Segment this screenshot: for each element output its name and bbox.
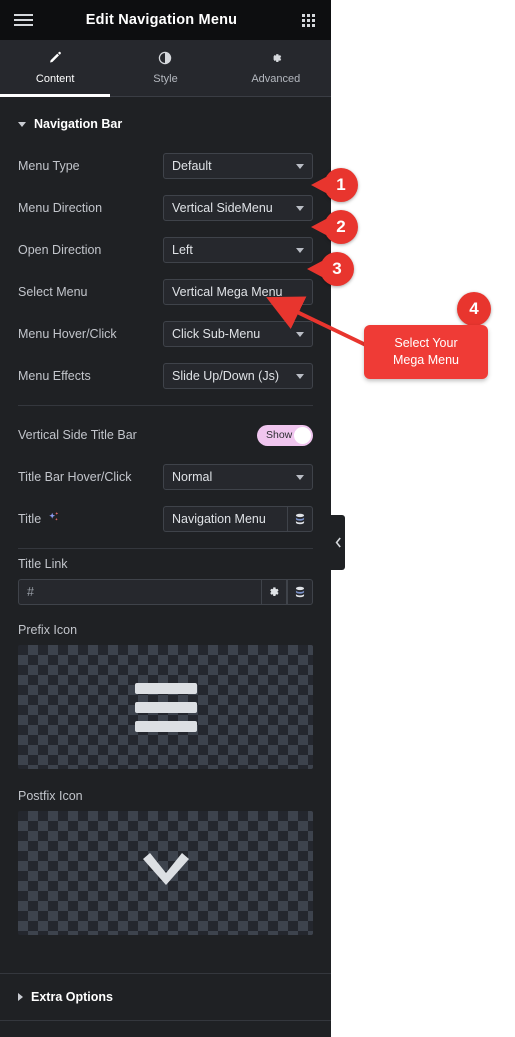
database-icon[interactable] — [287, 506, 313, 532]
field-postfix-icon-label: Postfix Icon — [18, 789, 83, 803]
postfix-icon-preview[interactable] — [18, 811, 313, 935]
gear-icon[interactable] — [261, 579, 287, 605]
tab-advanced[interactable]: Advanced — [221, 40, 331, 96]
chevron-down-icon — [296, 332, 304, 337]
badge-pointer — [307, 261, 322, 277]
section-extra-options[interactable]: Extra Options — [0, 974, 331, 1020]
field-title: Title Navigation Menu — [18, 498, 313, 540]
select-menu-select[interactable]: Vertical Mega Menu — [163, 279, 313, 305]
title-input[interactable]: Navigation Menu — [163, 506, 287, 532]
field-menu-effects: Menu Effects Slide Up/Down (Js) — [18, 355, 313, 397]
chevron-down-icon — [296, 374, 304, 379]
menu-type-value: Default — [172, 159, 212, 173]
badge-pointer — [311, 177, 326, 193]
field-open-direction: Open Direction Left — [18, 229, 313, 271]
hamburger-icon — [134, 682, 197, 732]
annotation-badge-3-label: 3 — [332, 259, 342, 278]
menu-hover-click-value: Click Sub-Menu — [172, 327, 261, 341]
title-link-input[interactable]: # — [18, 579, 261, 605]
field-menu-direction-label: Menu Direction — [18, 201, 103, 215]
panel-bottom-spacer — [18, 939, 313, 973]
chevron-down-icon — [296, 206, 304, 211]
title-input-value: Navigation Menu — [172, 512, 266, 526]
field-vertical-side-title-bar-label: Vertical Side Title Bar — [18, 428, 137, 442]
annotation-badge-3: 3 — [307, 252, 354, 286]
prefix-icon-preview[interactable] — [18, 645, 313, 769]
panel-collapse-button[interactable] — [331, 515, 345, 570]
open-direction-value: Left — [172, 243, 193, 257]
menu-direction-select[interactable]: Vertical SideMenu — [163, 195, 313, 221]
gear-icon — [269, 51, 283, 67]
vertical-side-title-bar-toggle[interactable]: Show — [257, 424, 313, 446]
field-prefix-icon-label: Prefix Icon — [18, 623, 78, 637]
section-navigation-bar-label: Navigation Bar — [34, 117, 123, 131]
field-menu-hover-click: Menu Hover/Click Click Sub-Menu — [18, 313, 313, 355]
annotation-badge-2-label: 2 — [336, 217, 346, 236]
panel-titlebar: Edit Navigation Menu — [0, 0, 331, 40]
title-bar-hover-click-select[interactable]: Normal — [163, 464, 313, 490]
annotation-badge-1: 1 — [311, 168, 358, 202]
field-menu-effects-label: Menu Effects — [18, 369, 91, 383]
elementor-editor-panel: Edit Navigation Menu Content Style Advan… — [0, 0, 331, 1037]
menu-type-select[interactable]: Default — [163, 153, 313, 179]
chevron-down-icon — [18, 121, 26, 127]
field-open-direction-label: Open Direction — [18, 243, 102, 257]
menu-effects-value: Slide Up/Down (Js) — [172, 369, 279, 383]
database-icon[interactable] — [287, 579, 313, 605]
pencil-icon — [48, 51, 62, 67]
field-title-link: # — [18, 579, 313, 605]
field-title-label: Title — [18, 512, 42, 526]
chevron-down-icon — [296, 248, 304, 253]
field-menu-direction: Menu Direction Vertical SideMenu — [18, 187, 313, 229]
page-title: Edit Navigation Menu — [85, 12, 238, 28]
section-extra-options-label: Extra Options — [31, 990, 113, 1004]
title-bar-hover-click-value: Normal — [172, 470, 213, 484]
annotation-badge-1-label: 1 — [336, 175, 346, 194]
section-separator — [0, 1020, 331, 1021]
badge-pointer — [311, 219, 326, 235]
chevron-down-icon — [139, 851, 193, 896]
field-vertical-side-title-bar: Vertical Side Title Bar Show — [18, 414, 313, 456]
chevron-down-icon — [296, 475, 304, 480]
field-menu-type-label: Menu Type — [18, 159, 80, 173]
chevron-down-icon — [296, 164, 304, 169]
contrast-icon — [158, 51, 172, 67]
title-link-value: # — [27, 585, 34, 599]
field-menu-type: Menu Type Default — [18, 145, 313, 187]
chevron-right-icon — [18, 993, 23, 1001]
select-menu-value: Vertical Mega Menu — [172, 285, 283, 299]
panel-body: Menu Type Default Menu Direction Vertica… — [0, 145, 331, 973]
section-navigation-bar[interactable]: Navigation Bar — [0, 97, 331, 145]
field-title-link-label: Title Link — [18, 557, 68, 571]
annotation-badge-4: 4 — [457, 292, 491, 326]
menu-hover-click-select[interactable]: Click Sub-Menu — [163, 321, 313, 347]
divider — [18, 548, 313, 549]
panel-tabs: Content Style Advanced — [0, 40, 331, 97]
menu-direction-value: Vertical SideMenu — [172, 201, 273, 215]
toggle-label: Show — [266, 429, 293, 441]
field-select-menu-label: Select Menu — [18, 285, 88, 299]
toggle-knob — [294, 426, 311, 444]
sparkle-ai-icon[interactable] — [47, 511, 60, 527]
menu-effects-select[interactable]: Slide Up/Down (Js) — [163, 363, 313, 389]
tab-advanced-label: Advanced — [251, 73, 301, 85]
annotation-badge-4-label: 4 — [469, 299, 479, 318]
tab-content[interactable]: Content — [0, 40, 111, 97]
open-direction-select[interactable]: Left — [163, 237, 313, 263]
annotation-badge-2: 2 — [311, 210, 358, 244]
annotation-tooltip: Select Your Mega Menu — [364, 325, 488, 379]
tab-content-label: Content — [35, 73, 75, 85]
field-select-menu: Select Menu Vertical Mega Menu — [18, 271, 313, 313]
divider — [18, 405, 313, 406]
grid-apps-icon[interactable] — [285, 13, 331, 27]
annotation-tooltip-line1: Select Your — [394, 336, 458, 350]
field-title-bar-hover-click: Title Bar Hover/Click Normal — [18, 456, 313, 498]
tab-style-label: Style — [153, 73, 178, 85]
annotation-tooltip-line2: Mega Menu — [392, 353, 459, 367]
tab-style[interactable]: Style — [110, 40, 220, 96]
field-title-bar-hover-click-label: Title Bar Hover/Click — [18, 470, 132, 484]
chevron-left-icon — [335, 537, 341, 548]
field-menu-hover-click-label: Menu Hover/Click — [18, 327, 117, 341]
